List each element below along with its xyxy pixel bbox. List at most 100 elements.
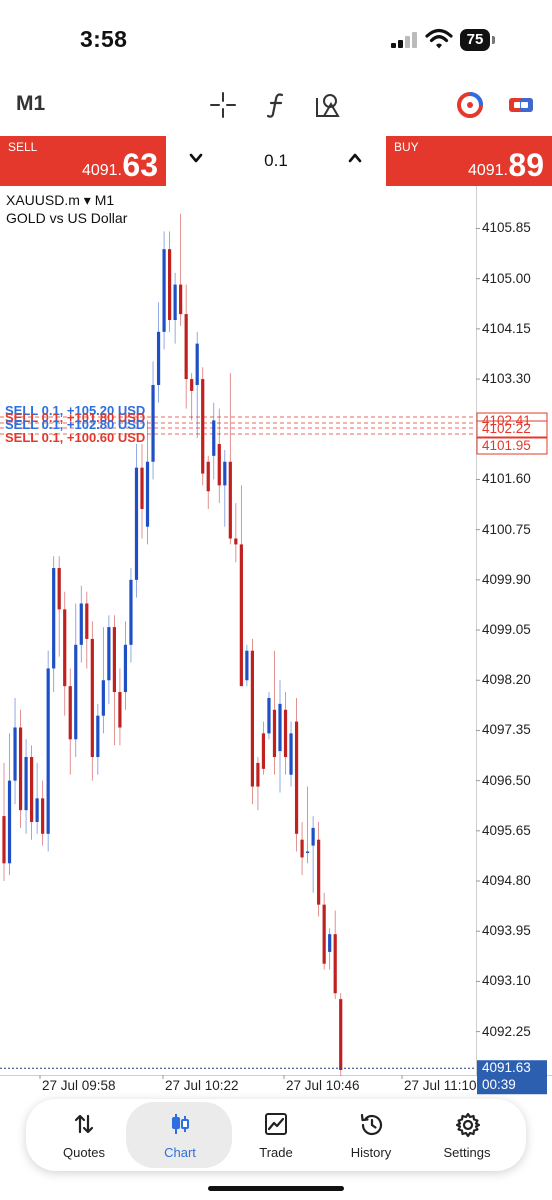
bear-candle [179,284,183,315]
wifi-icon [425,28,453,49]
bull-candle [245,650,249,681]
home-indicator [208,1186,344,1191]
price-axis-label: 4094.80 [482,873,531,889]
bull-candle [13,727,17,781]
bear-candle [140,467,144,509]
sell-price-big: 63 [122,147,158,183]
history-clock-icon [360,1113,383,1136]
bull-candle [267,697,271,734]
timeframe-button[interactable]: M1 [16,92,45,116]
tab-trade[interactable]: Trade [228,1099,324,1171]
bull-candle [134,467,139,580]
bear-candle [2,816,6,864]
bear-candle [339,999,343,1070]
battery-cap [492,36,495,44]
bear-candle [168,249,172,321]
price-axis-label: 4093.95 [482,923,531,939]
gear-icon [455,1112,481,1138]
buy-price: 4091. [467,162,508,179]
bear-candle [30,757,34,822]
tab-trade-label: Trade [259,1145,293,1160]
time-axis-label: 27 Jul 09:58 [42,1078,116,1093]
chevron-up-icon[interactable] [347,150,363,166]
tab-history[interactable]: History [323,1099,419,1171]
bull-candle [123,644,128,693]
crosshair-icon[interactable] [208,90,238,120]
buy-label: BUY [394,140,419,154]
one-click-trading-icon[interactable] [455,90,485,120]
current-price-label: 4091.63 [482,1060,531,1076]
tab-settings[interactable]: Settings [419,1099,515,1171]
bull-candle [107,627,111,681]
bear-candle [201,379,205,474]
buy-button[interactable]: BUY 4091. 89 [386,136,552,186]
symbol-description: GOLD vs US Dollar [6,210,128,226]
price-axis-label: 4101.60 [482,471,531,487]
quotes-arrows-icon [74,1114,94,1134]
bear-candle [261,733,266,769]
bear-candle [63,609,67,687]
bull-candle [52,568,56,669]
battery-indicator: 75 [460,29,490,51]
sell-button[interactable]: SELL 4091. 63 [0,136,166,186]
indicators-icon[interactable] [262,90,292,120]
price-axis-label: 4093.10 [482,973,531,989]
tab-chart-label: Chart [164,1145,196,1160]
bear-candle [41,798,45,834]
bear-candle [317,839,321,905]
price-axis-label: 4098.20 [482,672,531,688]
tab-history-label: History [350,1145,392,1160]
bear-candle [333,934,337,994]
bear-candle [228,461,232,539]
bear-candle [206,461,210,492]
bull-candle [328,934,332,952]
price-axis-label: 4096.50 [482,772,531,788]
bear-candle [57,568,61,610]
bull-candle [289,733,293,775]
objects-shapes-icon[interactable] [313,90,343,120]
bull-candle [129,579,133,645]
price-axis-label: 4095.65 [482,822,531,838]
bull-candle [145,461,150,527]
price-axis-label: 4099.90 [482,571,531,587]
bear-candle [85,603,89,639]
bull-candle [35,798,39,822]
bull-candle [151,384,155,462]
buy-price-big: 89 [508,147,544,183]
bear-candle [239,544,243,687]
bear-candle [300,839,304,858]
price-axis-label: 4105.00 [482,270,531,286]
bull-candle [7,780,12,864]
bear-candle [190,379,194,391]
order-price-label: 4102.22 [482,421,531,436]
price-axis-label: 4104.15 [482,320,531,336]
bull-candle [278,703,282,752]
price-axis-label: 4105.85 [482,220,531,236]
bull-candle [96,715,100,758]
bear-candle [272,709,277,758]
bear-candle [217,444,221,486]
trade-panel-icon[interactable] [506,90,536,120]
price-chart[interactable] [0,186,552,1096]
bottom-navigation: Quotes Chart Trade History Settings [26,1099,526,1171]
bull-candle [79,603,83,645]
bear-candle [118,692,122,728]
price-axis-label: 4099.05 [482,622,531,638]
candlestick-icon [172,1114,189,1134]
bear-candle [283,709,288,758]
status-time: 3:58 [80,26,128,52]
bull-candle [212,420,216,456]
trade-chart-icon [265,1113,287,1135]
bull-candle [156,331,161,385]
tab-chart[interactable]: Chart [132,1099,228,1171]
bull-candle [195,343,199,385]
tab-quotes[interactable]: Quotes [36,1099,132,1171]
symbol-label[interactable]: XAUUSD.m ▾ M1 [6,192,114,209]
bear-candle [90,638,94,758]
price-axis-label: 4097.35 [482,722,531,738]
bull-candle [24,757,28,811]
bear-candle [250,650,254,787]
bull-candle [74,644,78,740]
price-axis-label: 4100.75 [482,521,531,537]
bear-candle [112,627,116,693]
